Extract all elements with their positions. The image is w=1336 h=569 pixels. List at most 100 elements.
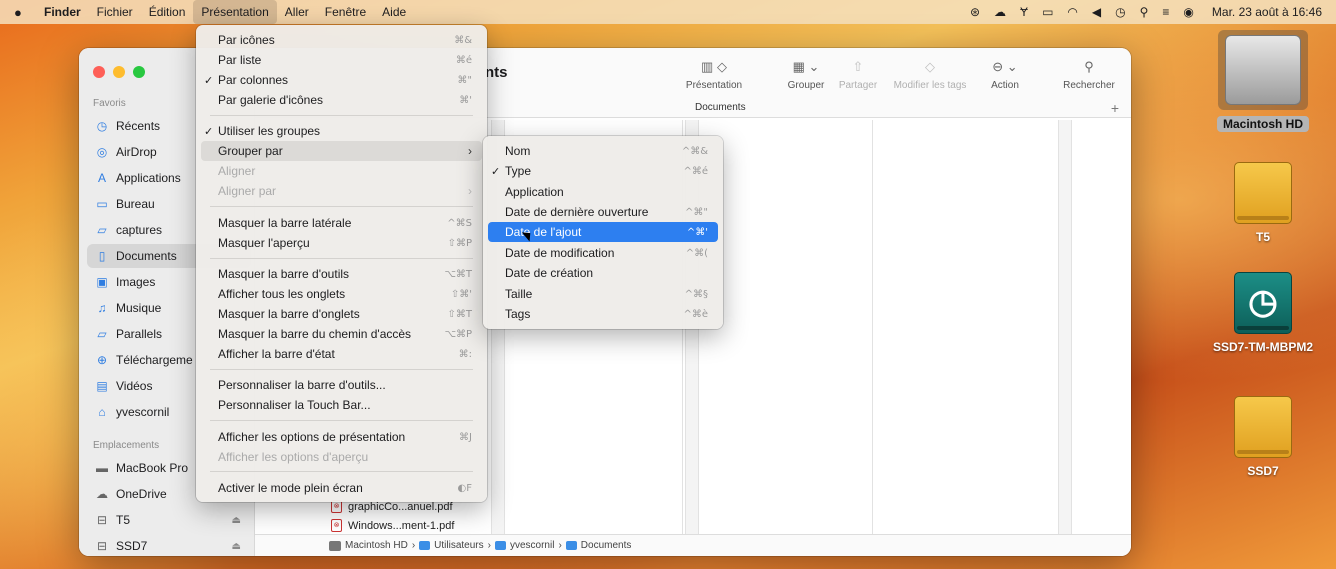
path-segment[interactable]: Documents (581, 540, 632, 551)
menu-item-masquer-barre-onglets[interactable]: Masquer la barre d'onglets ⇧⌘T (201, 304, 482, 324)
submenu-item-application[interactable]: Application (488, 182, 718, 202)
wifi-icon[interactable]: ◠ (1067, 5, 1077, 19)
menu-aide[interactable]: Aide (374, 0, 414, 24)
battery-icon[interactable]: ▭ (1042, 5, 1053, 19)
menu-shortcut: ⌘: (458, 348, 472, 360)
menu-item-label: Par colonnes (218, 73, 289, 87)
sidebar-item-label: yvescornil (116, 405, 170, 419)
menu-item-options-presentation[interactable]: Afficher les options de présentation ⌘J (201, 427, 482, 447)
menu-item-utiliser-groupes[interactable]: ✓ Utiliser les groupes (201, 121, 482, 141)
submenu-item-date-modification[interactable]: Date de modification ^⌘( (488, 243, 718, 263)
cloud-icon[interactable]: ☁ (994, 5, 1006, 19)
submenu-item-tags[interactable]: Tags ^⌘è (488, 304, 718, 324)
vpn-icon[interactable]: ⊛ (970, 5, 980, 19)
menu-item-aligner-par[interactable]: Aligner par › (201, 181, 482, 201)
menu-item-par-icones[interactable]: Par icônes ⌘& (201, 30, 482, 50)
path-segment[interactable]: yvescornil (510, 540, 554, 551)
search-button[interactable]: ⚲ Rechercher (1055, 58, 1123, 91)
menu-item-par-galerie[interactable]: Par galerie d'icônes ⌘' (201, 90, 482, 110)
path-segment[interactable]: Macintosh HD (345, 540, 408, 551)
menu-item-options-apercu[interactable]: Afficher les options d'aperçu (201, 447, 482, 467)
external-drive-icon (1234, 396, 1292, 458)
sidebar-item-ssd7[interactable]: ⊟ SSD7 ⏏ (87, 534, 251, 556)
sidebar-item-label: Musique (116, 301, 162, 315)
document-icon: ▯ (98, 249, 106, 263)
control-center-icon[interactable]: ≡ (1162, 5, 1169, 19)
menu-item-label: Personnaliser la barre d'outils... (218, 378, 386, 392)
menu-shortcut: ^⌘' (686, 226, 708, 238)
menu-item-grouper-par[interactable]: Grouper par › (201, 141, 482, 161)
tag-icon: ◇ (925, 59, 935, 74)
eject-icon[interactable]: ⏏ (232, 515, 241, 526)
file-name: graphicCo...anuel.pdf (348, 500, 453, 513)
submenu-item-taille[interactable]: Taille ^⌘§ (488, 284, 718, 304)
folder-icon: ▱ (97, 223, 107, 237)
menu-edition[interactable]: Édition (141, 0, 194, 24)
drive-icon: ⊟ (96, 513, 108, 527)
menu-shortcut: ^⌘è (683, 308, 708, 320)
file-row[interactable]: ⊗ Windows...ment-1.pdf (331, 519, 454, 532)
menu-item-personnaliser-outils[interactable]: Personnaliser la barre d'outils... (201, 375, 482, 395)
desktop-icon-label: SSD7 (1247, 464, 1279, 478)
apple-icon[interactable]: ● (14, 5, 36, 20)
menu-item-par-colonnes[interactable]: ✓ Par colonnes ⌘" (201, 70, 482, 90)
submenu-item-type[interactable]: ✓ Type ^⌘é (488, 161, 718, 181)
desktop-icon-macintosh-hd[interactable]: Macintosh HD (1198, 30, 1328, 132)
search-icon[interactable]: ⚲ (1140, 5, 1149, 19)
menu-item-label: Masquer la barre latérale (218, 216, 352, 230)
menu-shortcut: ◐F (457, 482, 472, 494)
menu-aller[interactable]: Aller (277, 0, 317, 24)
menu-separator (210, 206, 473, 207)
new-tab-icon[interactable]: + (1111, 100, 1119, 116)
zoom-button[interactable] (133, 66, 145, 78)
tab-documents[interactable]: Documents (695, 102, 746, 113)
siri-icon[interactable]: ◉ (1183, 5, 1193, 19)
tool-icon[interactable]: Ɏ (1020, 5, 1028, 19)
external-drive-icon (1234, 162, 1292, 224)
menu-separator (210, 471, 473, 472)
close-button[interactable] (93, 66, 105, 78)
time-machine-icon[interactable]: ◷ (1115, 5, 1125, 19)
menubar-clock[interactable]: Mar. 23 août à 16:46 (1212, 5, 1322, 19)
menu-fichier[interactable]: Fichier (89, 0, 141, 24)
search-icon: ⚲ (1084, 59, 1094, 74)
path-segment[interactable]: Utilisateurs (434, 540, 483, 551)
edit-tags-button[interactable]: ◇ Modifier les tags (885, 58, 975, 91)
menu-item-masquer-barre-laterale[interactable]: Masquer la barre latérale ^⌘S (201, 213, 482, 233)
menu-item-label: Nom (505, 144, 531, 158)
action-button[interactable]: ⊖ ⌄ Action (979, 58, 1031, 91)
desktop-icon-ssd7[interactable]: SSD7 (1198, 396, 1328, 478)
minimize-button[interactable] (113, 66, 125, 78)
desktop-icon-ssd7-tm[interactable]: ◷ SSD7-TM-MBPM2 (1198, 272, 1328, 354)
share-button[interactable]: ⇧ Partager (835, 58, 881, 91)
menu-item-afficher-onglets[interactable]: Afficher tous les onglets ⇧⌘' (201, 284, 482, 304)
airdrop-icon: ◎ (96, 145, 108, 159)
menu-item-aligner[interactable]: Aligner (201, 161, 482, 181)
menu-finder[interactable]: Finder (36, 0, 89, 24)
menu-item-label: Utiliser les groupes (218, 124, 321, 138)
menu-item-afficher-barre-etat[interactable]: Afficher la barre d'état ⌘: (201, 344, 482, 364)
window-controls (93, 66, 145, 78)
volume-icon[interactable]: ◀ (1092, 5, 1101, 19)
submenu-item-nom[interactable]: Nom ^⌘& (488, 141, 718, 161)
submenu-item-date-creation[interactable]: Date de création (488, 263, 718, 283)
column-scrollbar[interactable] (1058, 120, 1072, 534)
menu-presentation[interactable]: Présentation (193, 0, 277, 24)
menu-fenetre[interactable]: Fenêtre (317, 0, 374, 24)
home-icon: ⌂ (98, 405, 106, 419)
menu-item-masquer-barre-outils[interactable]: Masquer la barre d'outils ⌥⌘T (201, 264, 482, 284)
column-divider[interactable] (872, 120, 873, 534)
desktop-icon-t5[interactable]: T5 (1198, 162, 1328, 244)
sidebar-item-t5[interactable]: ⊟ T5 ⏏ (87, 508, 251, 532)
submenu-item-date-ouverture[interactable]: Date de dernière ouverture ^⌘" (488, 202, 718, 222)
menu-item-plein-ecran[interactable]: Activer le mode plein écran ◐F (201, 478, 482, 498)
menu-shortcut: ⇧⌘P (447, 237, 472, 249)
menu-item-personnaliser-touchbar[interactable]: Personnaliser la Touch Bar... (201, 395, 482, 415)
eject-icon[interactable]: ⏏ (232, 541, 241, 552)
presentation-button[interactable]: ▥ ◇ Présentation (679, 58, 749, 91)
menu-item-label: Date de l'ajout (505, 225, 582, 239)
grouper-button[interactable]: ▦ ⌄ Grouper (781, 58, 831, 91)
menu-item-par-liste[interactable]: Par liste ⌘é (201, 50, 482, 70)
menu-item-masquer-apercu[interactable]: Masquer l'aperçu ⇧⌘P (201, 233, 482, 253)
menu-item-masquer-chemin[interactable]: Masquer la barre du chemin d'accès ⌥⌘P (201, 324, 482, 344)
